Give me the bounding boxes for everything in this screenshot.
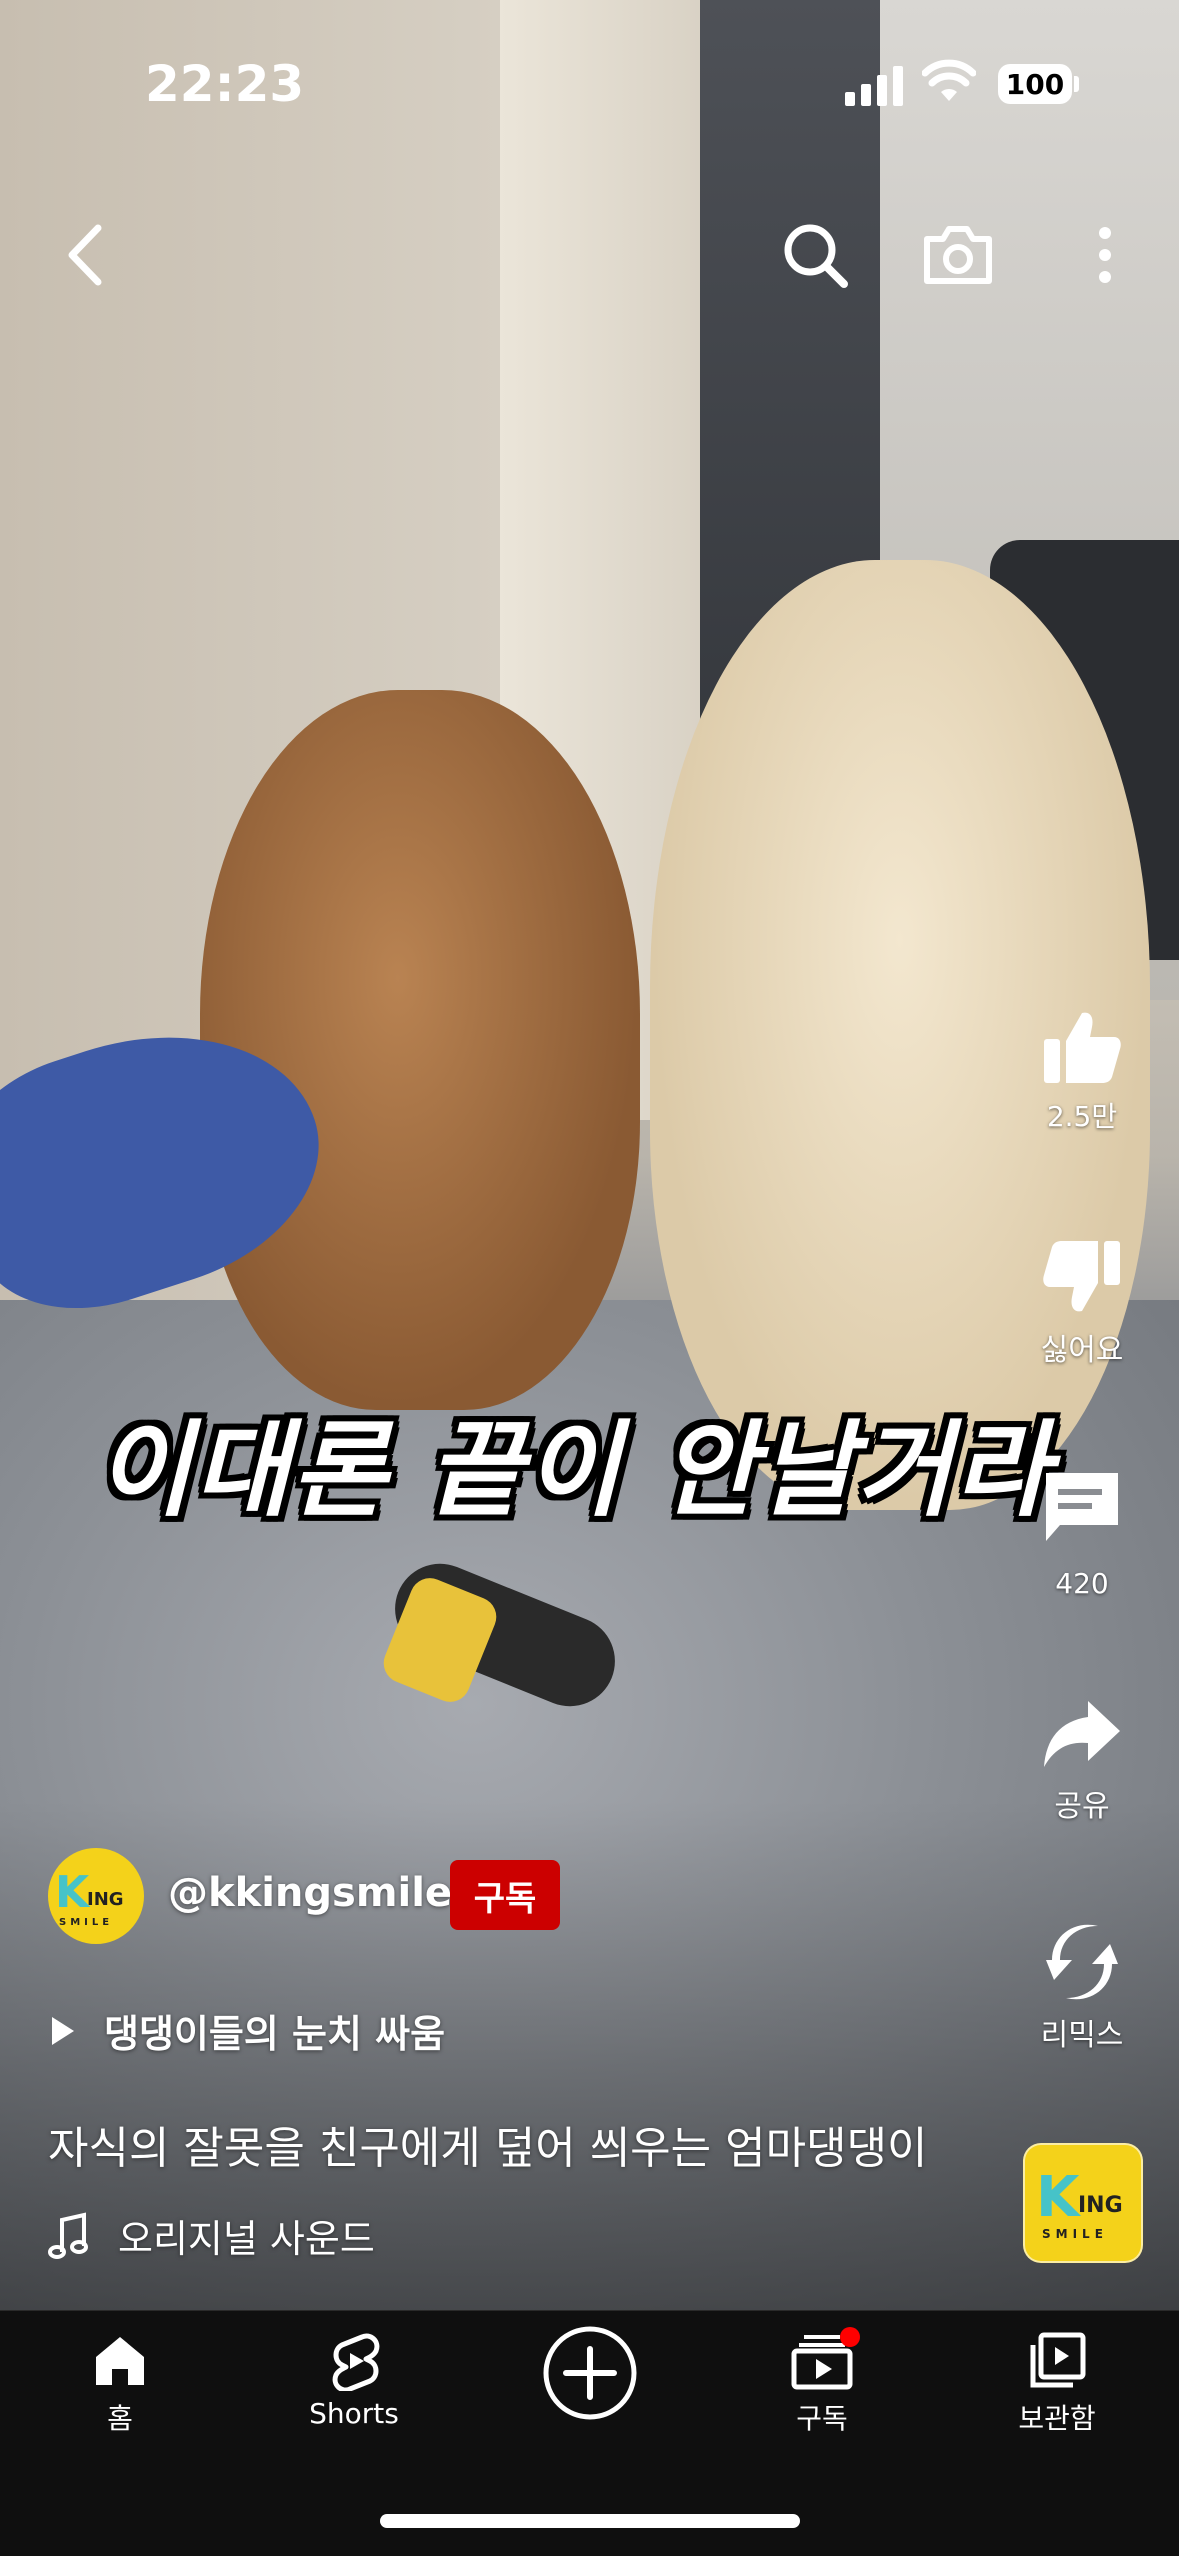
video-frame[interactable]: 이대론 끝이 안날거라: [0, 0, 1179, 2310]
nav-shorts-label: Shorts: [309, 2397, 399, 2430]
status-time: 22:23: [145, 55, 305, 113]
notification-badge: [840, 2327, 860, 2347]
sound-thumbnail[interactable]: K ING SMILE: [1023, 2143, 1143, 2263]
battery-tip: [1074, 76, 1079, 92]
like-button[interactable]: 2.5만: [1017, 1005, 1147, 1135]
comment-count: 420: [1055, 1567, 1109, 1600]
thumbs-up-icon: [1044, 1012, 1121, 1083]
svg-text:ING: ING: [1078, 2193, 1123, 2218]
sound-link[interactable]: 오리지널 사운드: [48, 2208, 375, 2263]
more-options-button[interactable]: [1085, 215, 1125, 295]
channel-handle[interactable]: @kkingsmile: [168, 1870, 452, 1916]
king-smile-logo: K ING SMILE: [55, 1867, 124, 1928]
video-scene-brown-dog: [200, 690, 640, 1410]
svg-text:K: K: [1036, 2165, 1082, 2230]
svg-text:ING: ING: [87, 1889, 124, 1910]
svg-text:SMILE: SMILE: [1042, 2227, 1108, 2241]
dislike-button[interactable]: 싫어요: [1017, 1235, 1147, 1369]
comment-icon: [1046, 1473, 1118, 1541]
music-note-icon: [48, 2211, 88, 2259]
remix-label: 리믹스: [1040, 2018, 1124, 2053]
shorts-icon: [332, 2333, 380, 2391]
share-icon: [1044, 1701, 1120, 1767]
dislike-label: 싫어요: [1040, 1333, 1124, 1368]
play-icon: [52, 2016, 74, 2045]
nav-home[interactable]: 홈: [20, 2331, 220, 2437]
remix-icon: [1046, 1924, 1118, 2000]
comment-button[interactable]: 420: [1017, 1465, 1147, 1600]
channel-avatar[interactable]: K ING SMILE: [48, 1848, 144, 1944]
search-button[interactable]: [775, 215, 855, 295]
video-title[interactable]: 자식의 잘못을 친구에게 덮어 씌우는 엄마댕댕이: [48, 2112, 928, 2176]
back-icon: [68, 224, 102, 286]
share-button[interactable]: 공유: [1017, 1695, 1147, 1825]
library-icon: [1030, 2332, 1086, 2388]
nav-shorts[interactable]: Shorts: [254, 2331, 454, 2430]
home-icon: [96, 2337, 144, 2385]
king-smile-logo: K ING SMILE: [1036, 2165, 1123, 2241]
video-caption: 이대론 끝이 안날거라: [96, 1409, 1052, 1531]
more-vert-icon: [1099, 227, 1111, 283]
create-button[interactable]: [490, 2325, 690, 2421]
remix-button[interactable]: 리믹스: [1017, 1920, 1147, 2054]
subscribe-button[interactable]: 구독: [450, 1860, 560, 1930]
shorts-player-screen: 이대론 끝이 안날거라 22:23 100 2.5만 싫어요 420 공유 리믹…: [0, 0, 1179, 2556]
thumbs-down-icon: [1043, 1241, 1120, 1312]
svg-text:SMILE: SMILE: [59, 1917, 113, 1928]
nav-subscriptions[interactable]: 구독: [722, 2327, 922, 2437]
battery-indicator: 100: [998, 64, 1072, 104]
nav-subscriptions-label: 구독: [796, 2402, 848, 2435]
home-indicator[interactable]: [380, 2514, 800, 2528]
nav-library[interactable]: 보관함: [957, 2331, 1157, 2437]
back-button[interactable]: [50, 215, 120, 295]
like-count: 2.5만: [1046, 1100, 1118, 1133]
nav-home-label: 홈: [107, 2402, 133, 2435]
camera-button[interactable]: [915, 215, 1000, 295]
nav-library-label: 보관함: [1018, 2402, 1096, 2435]
wifi-icon: [921, 55, 977, 109]
search-icon: [784, 224, 848, 288]
playlist-link[interactable]: 댕댕이들의 눈치 싸움: [48, 2003, 445, 2058]
share-label: 공유: [1054, 1789, 1110, 1824]
playlist-label: 댕댕이들의 눈치 싸움: [104, 2012, 446, 2056]
cellular-signal-icon: [845, 60, 905, 106]
add-icon: [543, 2326, 637, 2420]
svg-text:K: K: [55, 1867, 91, 1918]
sound-label: 오리지널 사운드: [118, 2217, 375, 2261]
camera-icon: [923, 226, 992, 284]
